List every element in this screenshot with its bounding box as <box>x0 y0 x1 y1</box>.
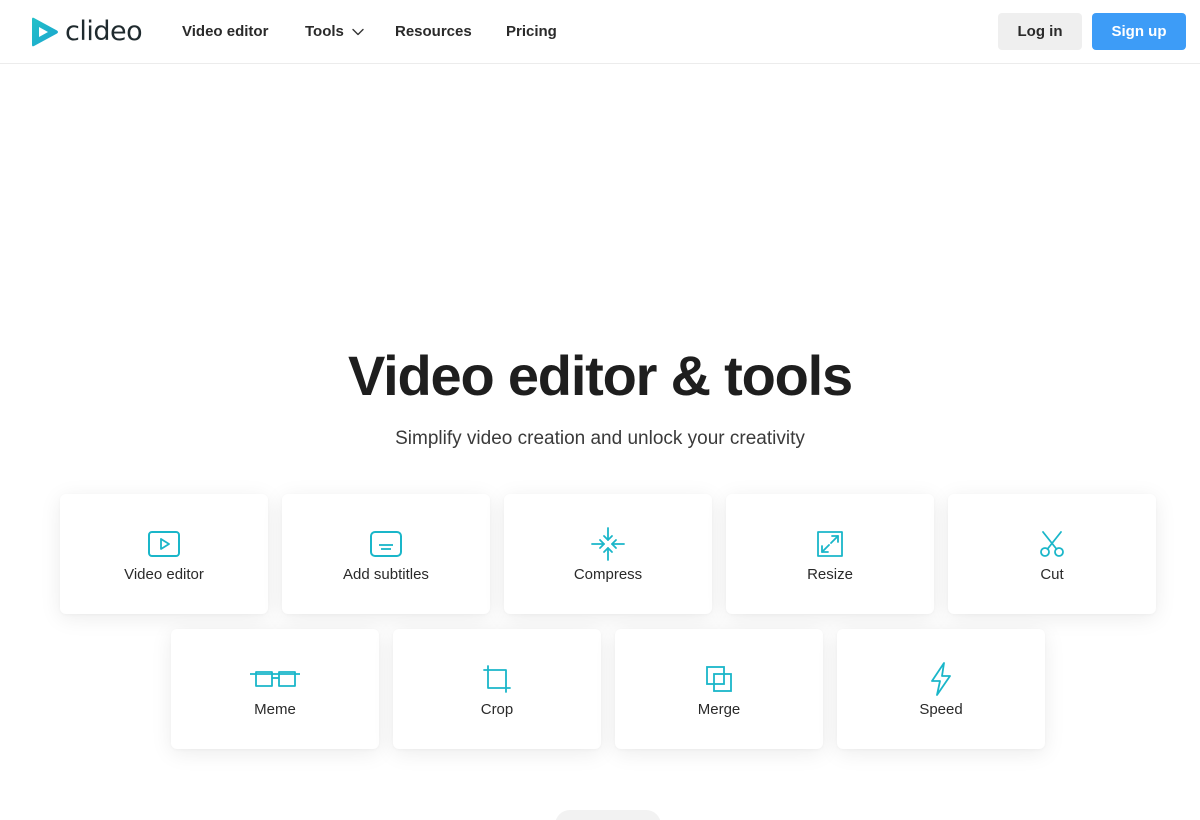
nav-video-editor[interactable]: Video editor <box>182 22 268 42</box>
nav-tools-label: Tools <box>305 23 344 40</box>
tool-card-label: Add subtitles <box>343 566 429 583</box>
tool-card-video-editor[interactable]: Video editor <box>60 494 268 614</box>
tool-card-label: Cut <box>1040 566 1064 583</box>
login-button[interactable]: Log in <box>998 13 1082 50</box>
scissors-icon <box>1035 527 1069 561</box>
tool-card-compress[interactable]: Compress <box>504 494 712 614</box>
tool-card-label: Compress <box>573 566 643 583</box>
site-header: clideo Video editor Tools Resources Pric… <box>0 0 1200 64</box>
resize-arrows-icon <box>813 527 847 561</box>
page-title: Video editor & tools <box>348 344 853 407</box>
nav-resources[interactable]: Resources <box>395 22 472 42</box>
merge-squares-icon <box>702 662 736 696</box>
play-square-icon <box>147 527 181 561</box>
logo-wordmark: clideo <box>65 16 143 47</box>
tool-card-label: Video editor <box>124 566 204 583</box>
tool-card-speed[interactable]: Speed <box>837 629 1045 749</box>
tool-card-meme[interactable]: Meme <box>171 629 379 749</box>
page-subtitle: Simplify video creation and unlock your … <box>395 428 805 449</box>
tool-card-label: Speed <box>919 701 963 718</box>
tool-card-label: Merge <box>697 701 741 718</box>
more-tools-button[interactable] <box>555 810 661 820</box>
play-logo-icon <box>32 17 58 47</box>
tool-card-label: Resize <box>807 566 853 583</box>
crop-icon <box>480 662 514 696</box>
tool-card-merge[interactable]: Merge <box>615 629 823 749</box>
signup-button[interactable]: Sign up <box>1092 13 1186 50</box>
tool-card-resize[interactable]: Resize <box>726 494 934 614</box>
compress-arrows-icon <box>591 527 625 561</box>
lightning-icon <box>924 662 958 696</box>
tool-card-add-subtitles[interactable]: Add subtitles <box>282 494 490 614</box>
tool-card-label: Meme <box>254 701 296 718</box>
clideo-logo[interactable]: clideo <box>30 15 143 49</box>
nav-pricing[interactable]: Pricing <box>506 22 557 42</box>
subtitles-icon <box>369 527 403 561</box>
nav-tools[interactable]: Tools <box>305 22 364 42</box>
tool-card-label: Crop <box>480 701 514 718</box>
tool-card-crop[interactable]: Crop <box>393 629 601 749</box>
glasses-icon <box>250 662 300 696</box>
chevron-down-icon <box>352 28 364 36</box>
tool-card-cut[interactable]: Cut <box>948 494 1156 614</box>
